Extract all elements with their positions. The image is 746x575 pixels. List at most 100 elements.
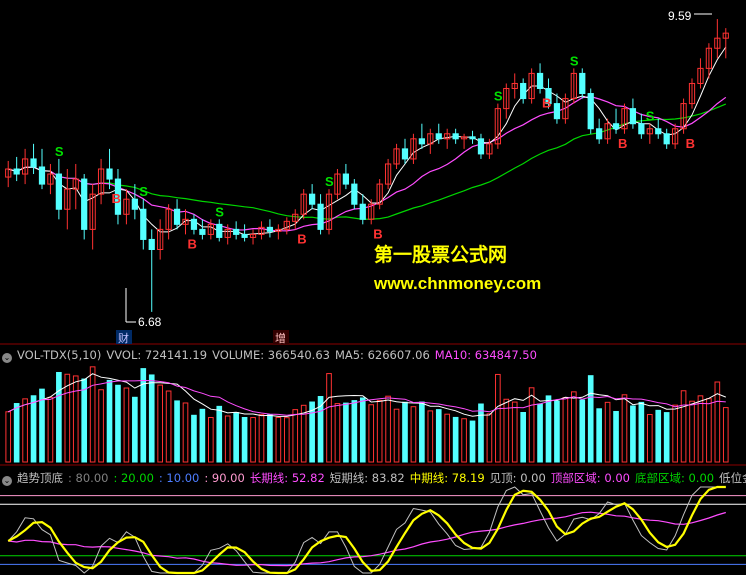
volume-bar xyxy=(520,412,526,463)
volume-bar xyxy=(697,395,704,463)
volume-bar xyxy=(427,410,434,463)
watermark-title: 第一股票公式网 xyxy=(374,244,508,266)
candle-body xyxy=(309,193,316,205)
volume-bar xyxy=(444,413,451,463)
candle-body xyxy=(13,168,20,175)
volume-bar xyxy=(596,408,602,463)
volume-bar xyxy=(233,412,239,463)
volume-bar xyxy=(385,395,391,463)
volume-bar xyxy=(89,366,96,463)
stock-chart[interactable]: BB B BBB BSSSSSSS 9.59 6.68 财 增 xyxy=(0,0,746,575)
sell-signal: S xyxy=(139,184,148,199)
volume-bar xyxy=(646,414,653,463)
candle-body xyxy=(216,223,223,238)
volume-bar xyxy=(267,414,273,463)
candle-body xyxy=(131,198,138,210)
sell-signal: S xyxy=(494,89,503,104)
mid-line-value: 中期线: 78.19 xyxy=(409,471,485,485)
trend-indicator-name[interactable]: 趋势顶底 xyxy=(17,471,63,485)
volume-bar xyxy=(579,399,586,463)
volume-bar xyxy=(393,408,400,463)
candle-body xyxy=(579,72,586,95)
volume-bar xyxy=(208,416,214,463)
candle-body xyxy=(190,218,198,230)
volume-bar xyxy=(56,371,62,463)
vvol-value: VVOL: 724141.19 xyxy=(106,348,208,362)
volume-bar xyxy=(13,403,20,463)
candle-body xyxy=(38,166,46,185)
volume-bar xyxy=(655,409,662,463)
vol-indicator-name[interactable]: VOL-TDX(5,10) xyxy=(17,348,101,362)
candle-body xyxy=(418,138,425,145)
volume-bar xyxy=(689,400,695,463)
volume-bar xyxy=(528,387,535,463)
volume-bar xyxy=(435,409,442,463)
volume-bar xyxy=(123,387,130,463)
candle-body xyxy=(435,133,442,140)
volume-bar xyxy=(182,402,189,463)
volume-bar xyxy=(47,396,54,463)
candle-body xyxy=(55,173,62,210)
short-line-value: 短期线: 83.82 xyxy=(329,471,405,485)
volume-bar xyxy=(672,404,678,463)
volume-bar xyxy=(469,420,476,463)
volume-bar xyxy=(5,411,12,463)
volume-panel xyxy=(0,366,746,466)
candle-body xyxy=(553,103,561,120)
volume-bar xyxy=(174,400,180,463)
candle-body xyxy=(241,233,248,238)
candle-body xyxy=(199,228,206,235)
volume-bar xyxy=(224,415,231,463)
volume-bar xyxy=(283,417,290,463)
volume-bar xyxy=(275,416,282,463)
sell-signal: S xyxy=(325,174,334,189)
volume-bar xyxy=(241,416,248,463)
event-label-zeng[interactable]: 增 xyxy=(275,331,286,345)
event-label-cai[interactable]: 财 xyxy=(118,331,129,345)
candle-body xyxy=(359,203,366,220)
sell-signal: S xyxy=(646,109,655,124)
candle-body xyxy=(106,168,113,180)
volume-bar xyxy=(81,378,88,463)
volume-bar xyxy=(22,398,28,463)
volume-header: ⌄ VOL-TDX(5,10) VVOL: 724141.19 VOLUME: 366… xyxy=(0,347,746,363)
bottom-zone-value: 底部区域: 0.00 xyxy=(634,471,715,485)
volume-bar xyxy=(452,416,459,463)
level-90: : 90.00 xyxy=(204,471,245,485)
volume-bar xyxy=(419,401,425,463)
candle-body xyxy=(469,136,476,140)
volume-bar xyxy=(571,391,577,463)
chevron-down-icon[interactable]: ⌄ xyxy=(2,476,12,486)
volume-bar xyxy=(250,417,256,463)
trend-short-line xyxy=(7,486,726,574)
candle-body xyxy=(663,133,670,145)
top-zone-value: 顶部区域: 0.00 xyxy=(550,471,630,485)
volume-bar xyxy=(199,408,206,463)
volume-bar xyxy=(64,373,71,463)
sell-signal: S xyxy=(55,144,64,159)
trend-header: ⌄ 趋势顶底: 80.00: 20.00: 10.00: 90.00 长期线: 52… xyxy=(0,470,746,486)
volume-bar xyxy=(191,414,197,463)
volume-bar xyxy=(165,390,172,463)
volume-bar xyxy=(486,413,493,463)
volume-bar xyxy=(132,396,138,463)
candle-body xyxy=(612,123,620,130)
candle-body xyxy=(317,203,324,230)
candle-body xyxy=(629,108,637,125)
volume-bar xyxy=(292,409,299,463)
candle-body xyxy=(401,148,409,160)
candle-body xyxy=(477,138,485,155)
volume-bar xyxy=(351,400,358,463)
low-gold-label: 低位金 xyxy=(719,471,746,485)
chevron-down-icon[interactable]: ⌄ xyxy=(2,353,12,363)
volume-bar xyxy=(621,394,628,463)
candle-body xyxy=(342,173,350,185)
volume-bar xyxy=(630,405,636,463)
sell-signal: S xyxy=(570,53,579,68)
candle-body xyxy=(148,238,155,250)
volume-bar xyxy=(359,397,366,463)
volume-bar xyxy=(587,375,594,463)
sell-signal: S xyxy=(215,204,224,219)
volume-bar xyxy=(545,395,552,463)
high-price-label: 9.59 xyxy=(668,9,692,23)
